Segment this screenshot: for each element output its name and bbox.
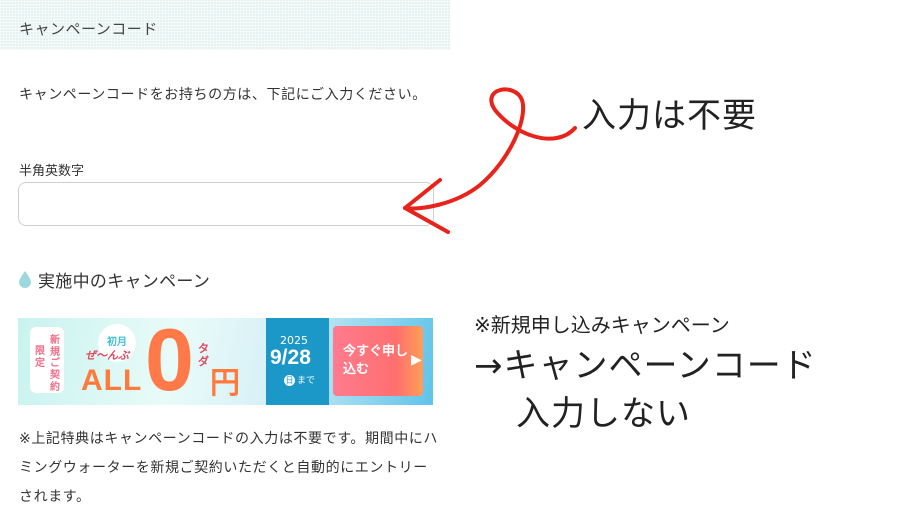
annotation-campaign-code: →キャンペーンコード bbox=[474, 346, 817, 386]
day-mark: 日 bbox=[284, 375, 295, 386]
badge-mid: ご契約 bbox=[50, 358, 60, 393]
section-header: キャンペーンコード bbox=[0, 0, 450, 50]
chevron-right-icon: ▶ bbox=[411, 352, 422, 368]
water-drop-icon bbox=[19, 271, 31, 288]
yen-text: 円 bbox=[210, 366, 240, 401]
campaign-code-input[interactable] bbox=[18, 182, 434, 226]
annotation-new-application: ※新規申し込みキャンペーン bbox=[474, 313, 730, 337]
apply-now-button[interactable]: 今すぐ申し込む ▶ bbox=[333, 326, 423, 396]
campaign-banner[interactable]: 新規 ご契約 限定 初月 ぜ〜んぶ ALL 0 タダ 円 2025 9/28 日… bbox=[18, 318, 433, 405]
campaign-note: ※上記特典はキャンペーンコードの入力は不要です。期間中にハミングウォーターを新規… bbox=[19, 431, 439, 505]
tada-text: タダ bbox=[198, 342, 209, 368]
badge-left: 限定 bbox=[35, 346, 45, 369]
section-description: キャンペーンコードをお持ちの方は、下記にご入力ください。 bbox=[19, 87, 427, 103]
apply-now-label: 今すぐ申し込む bbox=[343, 344, 409, 377]
badge-top: 新規 bbox=[50, 335, 60, 358]
zeh-text: ぜ〜んぶ bbox=[85, 349, 129, 362]
section-title: キャンペーンコード bbox=[19, 20, 158, 38]
deadline-until: 日まで bbox=[284, 373, 315, 386]
code-input-label: 半角英数字 bbox=[19, 164, 85, 179]
until-text: まで bbox=[297, 376, 316, 386]
zero-text: 0 bbox=[145, 318, 194, 405]
campaign-heading: 実施中のキャンペーン bbox=[38, 272, 211, 292]
new-contract-badge: 新規 ご契約 限定 bbox=[30, 327, 64, 393]
all-text: ALL bbox=[81, 364, 143, 397]
deadline-date: 9/28 bbox=[270, 346, 311, 369]
annotation-dont-enter: 入力しない bbox=[516, 394, 691, 434]
annotation-no-input: 入力は不要 bbox=[582, 96, 757, 136]
